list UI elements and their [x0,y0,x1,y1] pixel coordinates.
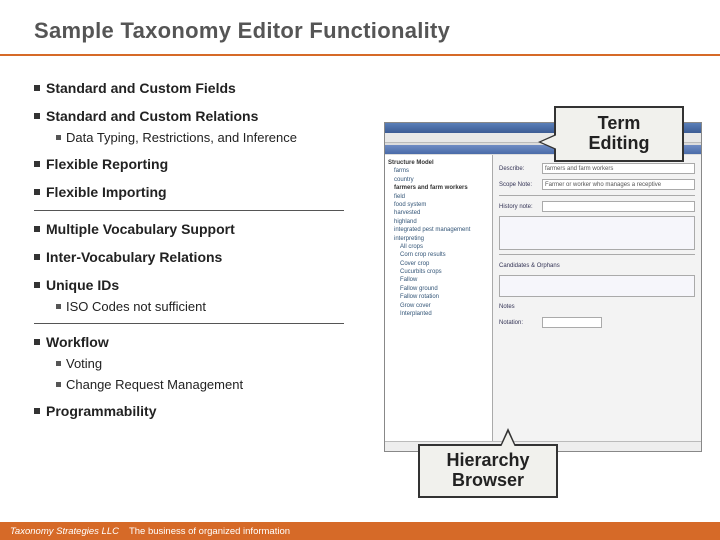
tree-item: farms [394,167,489,175]
tree-item: Fallow rotation [400,293,489,301]
text-input [542,201,695,212]
bullet-icon [34,408,40,414]
tree-item: harvested [394,209,489,217]
bullet-item: Standard and Custom Relations [34,107,374,126]
bullet-item: Unique IDs [34,276,374,295]
bullet-text: Flexible Reporting [46,156,168,172]
tree-item: Cucurbits crops [400,268,489,276]
tree-item: Grow cover [400,302,489,310]
bullet-text: Multiple Vocabulary Support [46,221,235,237]
field-label: History note: [499,204,539,210]
tree-item: highland [394,218,489,226]
callout-hierarchy-browser: HierarchyBrowser [418,444,558,498]
bullet-item: Inter-Vocabulary Relations [34,248,374,267]
bullet-icon [34,254,40,260]
title-underline [0,54,720,56]
bullet-text: Unique IDs [46,277,119,293]
bullet-item: Multiple Vocabulary Support [34,220,374,239]
screenshot-mock: Structure Model farms country farmers an… [384,122,702,452]
bullet-icon [34,189,40,195]
tree-item: integrated pest management [394,226,489,234]
bullet-icon [34,226,40,232]
callout-text: Hierarchy [446,450,529,470]
tree-item: All crops [400,243,489,251]
field-label: Scope Note: [499,182,539,188]
sub-bullet-item: Voting [56,355,374,373]
sub-bullet-item: Change Request Management [56,376,374,394]
bullet-icon [34,85,40,91]
hierarchy-tree: Structure Model farms country farmers an… [385,155,493,441]
section-label: Notes [499,304,515,310]
term-form: Describe:farmers and farm workers Scope … [493,155,701,441]
textarea [499,216,695,250]
bullet-text: Programmability [46,403,156,419]
field-label: Describe: [499,166,539,172]
footer-company: Taxonomy Strategies LLC [10,526,119,537]
bullet-icon [34,161,40,167]
tree-item: country [394,176,489,184]
bullet-icon [34,282,40,288]
section-label: Candidates & Orphans [499,263,560,269]
bullet-text: Standard and Custom Relations [46,108,258,124]
footer-bar: Taxonomy Strategies LLC The business of … [0,522,720,540]
bullet-icon [34,113,40,119]
tree-header: Structure Model [388,159,489,167]
footer-tagline: The business of organized information [129,526,290,537]
bullet-text: Change Request Management [66,377,243,392]
text-input [542,317,602,328]
divider [499,195,695,196]
tree-item: Cover crop [400,260,489,268]
bullet-item: Programmability [34,402,374,421]
slide-title: Sample Taxonomy Editor Functionality [0,0,720,50]
text-input: farmers and farm workers [542,163,695,174]
callout-text: Term [598,113,641,133]
callout-term-editing: TermEditing [554,106,684,162]
divider [499,254,695,255]
sub-bullet-item: ISO Codes not sufficient [56,298,374,316]
callout-text: Editing [589,133,650,153]
tree-item: Interplanted [400,310,489,318]
bullet-icon [56,361,61,366]
tree-item: Fallow ground [400,285,489,293]
divider [34,323,344,324]
callout-text: Browser [452,470,524,490]
bullet-item: Standard and Custom Fields [34,79,374,98]
bullet-item: Flexible Reporting [34,155,374,174]
bullet-icon [34,339,40,345]
bullet-text: Workflow [46,334,109,350]
bullet-item: Workflow [34,333,374,352]
bullet-icon [56,382,61,387]
bullet-text: Data Typing, Restrictions, and Inference [66,130,297,145]
tree-item: Fallow [400,276,489,284]
bullet-item: Flexible Importing [34,183,374,202]
sub-bullet-item: Data Typing, Restrictions, and Inference [56,129,374,147]
field-label: Notation: [499,320,539,326]
list-panel [499,275,695,297]
bullet-outline: Standard and Custom Fields Standard and … [34,70,374,423]
text-input: Farmer or worker who manages a receptive [542,179,695,190]
divider [34,210,344,211]
tree-item: food system [394,201,489,209]
tree-item: interpreting [394,235,489,243]
bullet-icon [56,304,61,309]
bullet-icon [56,135,61,140]
tree-item: farmers and farm workers [394,184,489,192]
bullet-text: ISO Codes not sufficient [66,299,206,314]
tree-item: field [394,193,489,201]
bullet-text: Inter-Vocabulary Relations [46,249,222,265]
bullet-text: Standard and Custom Fields [46,80,236,96]
tree-item: Corn crop results [400,251,489,259]
bullet-text: Flexible Importing [46,184,167,200]
bullet-text: Voting [66,356,102,371]
